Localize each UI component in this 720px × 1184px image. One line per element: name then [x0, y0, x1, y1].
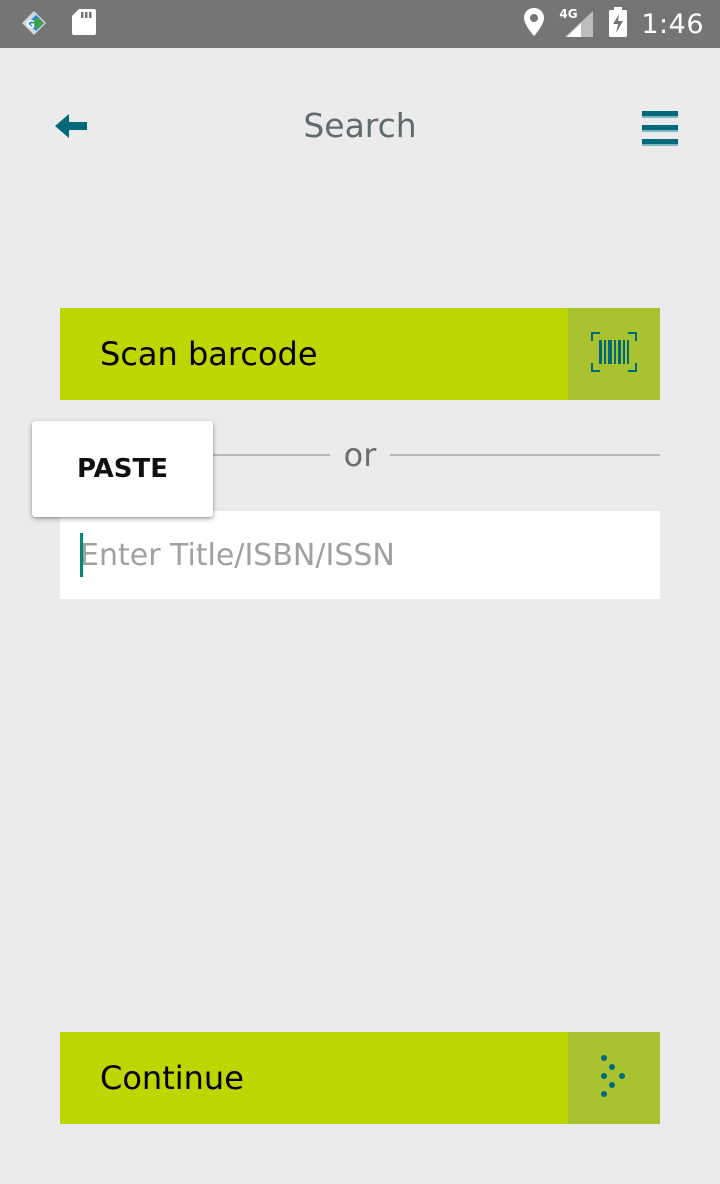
signal-icon: 4G	[559, 7, 595, 39]
battery-charging-icon	[609, 7, 628, 41]
paste-button[interactable]: PASTE	[32, 421, 213, 517]
continue-icon-box	[568, 1032, 660, 1124]
barcode-scan-icon	[591, 332, 637, 376]
text-cursor	[80, 533, 83, 577]
search-input[interactable]	[60, 511, 660, 599]
network-type-label: 4G	[559, 7, 578, 21]
scan-barcode-button[interactable]: Scan barcode	[60, 308, 660, 400]
scan-barcode-label: Scan barcode	[100, 335, 318, 373]
scan-icon-box	[568, 308, 660, 400]
hamburger-menu-icon	[642, 110, 678, 150]
menu-button[interactable]	[634, 104, 686, 156]
status-time: 1:46	[641, 8, 704, 40]
status-left: G	[18, 7, 114, 41]
continue-button[interactable]: Continue	[60, 1032, 660, 1124]
or-text: or	[343, 436, 377, 474]
status-bar: G 4G 1:46	[0, 0, 720, 48]
app-notification-icon: G	[18, 7, 54, 41]
divider-line-right	[390, 454, 661, 456]
continue-dots-arrow-icon	[598, 1054, 630, 1102]
header: Search	[0, 48, 720, 208]
status-right: 4G 1:46	[509, 7, 704, 41]
location-icon	[523, 7, 545, 41]
search-input-container	[60, 511, 660, 599]
sd-card-icon	[72, 8, 96, 40]
page-title: Search	[303, 106, 417, 145]
svg-text:G: G	[26, 18, 35, 31]
continue-label: Continue	[100, 1059, 244, 1097]
